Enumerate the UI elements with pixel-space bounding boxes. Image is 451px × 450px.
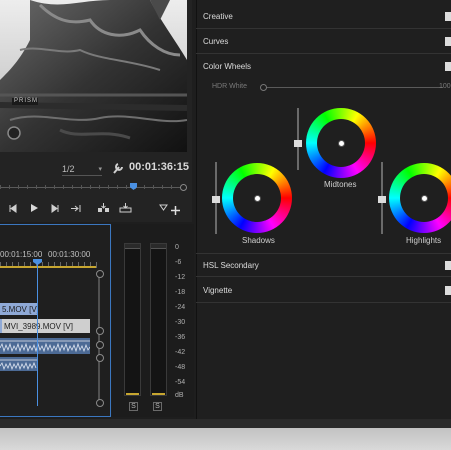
peak-indicator[interactable] bbox=[125, 244, 140, 249]
section-checkbox[interactable] bbox=[445, 286, 451, 295]
section-label: Creative bbox=[203, 12, 233, 21]
timeline-timecode-label: 00:01:15:00 bbox=[0, 250, 43, 259]
db-scale-label: -18 bbox=[175, 289, 186, 296]
audio-clip-a2[interactable] bbox=[0, 357, 37, 371]
db-scale-label: -6 bbox=[175, 259, 182, 266]
hdr-white-label: HDR White bbox=[212, 83, 248, 90]
resolution-value: 1/2 bbox=[62, 163, 75, 174]
audio-clip-a1[interactable] bbox=[0, 338, 90, 354]
window-bottom-bar bbox=[0, 419, 451, 450]
clip-label: MVI_3989.MOV [V] bbox=[4, 322, 73, 331]
section-label: Vignette bbox=[203, 286, 233, 295]
section-label: Curves bbox=[203, 37, 229, 46]
section-hsl-secondary[interactable]: HSL Secondary bbox=[196, 253, 451, 277]
hdr-white-slider[interactable] bbox=[263, 87, 443, 88]
go-to-out-icon[interactable] bbox=[70, 202, 82, 214]
solo-left-button[interactable]: S bbox=[129, 402, 138, 411]
overwrite-icon[interactable] bbox=[119, 202, 132, 214]
db-scale-label: -42 bbox=[175, 349, 186, 356]
highlights-label: Highlights bbox=[406, 236, 442, 245]
chevron-down-icon: ▾ bbox=[98, 165, 102, 173]
section-label: Color Wheels bbox=[203, 62, 252, 71]
db-scale-label: dB bbox=[175, 392, 184, 399]
db-scale-label: -24 bbox=[175, 304, 186, 311]
wheel-puck[interactable] bbox=[254, 195, 261, 202]
video-preview[interactable]: PRISM bbox=[0, 0, 187, 152]
db-scale-label: -48 bbox=[175, 364, 186, 371]
insert-icon[interactable] bbox=[97, 202, 110, 214]
slider-handle[interactable] bbox=[212, 196, 220, 203]
db-scale-label: -36 bbox=[175, 334, 186, 341]
clip-edge bbox=[0, 319, 2, 333]
section-checkbox[interactable] bbox=[445, 37, 451, 46]
midtones-brightness-slider[interactable] bbox=[294, 108, 302, 170]
slider-handle[interactable] bbox=[378, 196, 386, 203]
wheel-puck[interactable] bbox=[338, 140, 345, 147]
clip-label: 5.MOV [V] bbox=[2, 305, 37, 314]
statue-watermark-text: PRISM bbox=[14, 98, 39, 104]
scroll-handle[interactable] bbox=[96, 327, 104, 335]
scroll-handle[interactable] bbox=[96, 341, 104, 349]
meter-level bbox=[152, 393, 165, 395]
timeline-vertical-scrollbar[interactable] bbox=[98, 275, 100, 401]
db-scale-label: -12 bbox=[175, 274, 186, 281]
step-forward-icon[interactable] bbox=[50, 202, 60, 214]
scroll-handle[interactable] bbox=[96, 354, 104, 362]
shadows-brightness-slider[interactable] bbox=[212, 162, 220, 234]
section-checkbox[interactable] bbox=[445, 62, 451, 71]
wrench-icon[interactable] bbox=[112, 161, 124, 175]
midtones-label: Midtones bbox=[324, 180, 357, 189]
export-frame-icon[interactable] bbox=[158, 202, 168, 214]
section-curves[interactable]: Curves bbox=[196, 30, 451, 54]
db-scale-label: -54 bbox=[175, 379, 186, 386]
playhead-timecode[interactable]: 00:01:36:15 bbox=[129, 161, 189, 173]
highlights-color-wheel[interactable] bbox=[389, 163, 451, 233]
section-vignette[interactable]: Vignette bbox=[196, 279, 451, 303]
scroll-handle[interactable] bbox=[96, 270, 104, 278]
add-icon[interactable] bbox=[170, 204, 180, 216]
step-back-icon[interactable] bbox=[7, 202, 17, 214]
audio-meter-left bbox=[124, 243, 141, 396]
hdr-white-slider-handle[interactable] bbox=[260, 84, 267, 91]
monitor-scrub-bar[interactable] bbox=[0, 183, 187, 191]
section-checkbox[interactable] bbox=[445, 261, 451, 270]
shadows-color-wheel[interactable] bbox=[222, 163, 292, 233]
solo-right-button[interactable]: S bbox=[153, 402, 162, 411]
db-scale-label: -30 bbox=[175, 319, 186, 326]
video-clip-v2[interactable]: 5.MOV [V] bbox=[0, 303, 37, 315]
resolution-select[interactable]: 1/2 ▾ bbox=[62, 162, 102, 176]
section-creative[interactable]: Creative bbox=[196, 5, 451, 29]
highlights-brightness-slider[interactable] bbox=[378, 162, 386, 234]
play-icon[interactable] bbox=[29, 202, 39, 214]
bottom-divider bbox=[0, 419, 451, 428]
wheel-puck[interactable] bbox=[421, 195, 428, 202]
section-label: HSL Secondary bbox=[203, 261, 259, 270]
timeline-playhead-line[interactable] bbox=[37, 260, 38, 406]
timeline-timecode-label: 00:01:30:00 bbox=[48, 250, 91, 259]
scrub-end-marker bbox=[180, 184, 187, 191]
audio-meter-right bbox=[150, 243, 167, 396]
video-clip-v1[interactable]: MVI_3989.MOV [V] bbox=[0, 319, 90, 333]
slider-handle[interactable] bbox=[294, 140, 302, 147]
peak-indicator[interactable] bbox=[151, 244, 166, 249]
scroll-handle[interactable] bbox=[96, 399, 104, 407]
work-area-bar[interactable] bbox=[0, 266, 96, 268]
section-color-wheels[interactable]: Color Wheels bbox=[196, 55, 451, 79]
meter-level bbox=[126, 393, 139, 395]
section-checkbox[interactable] bbox=[445, 12, 451, 21]
shadows-label: Shadows bbox=[242, 236, 275, 245]
scrub-ticks bbox=[0, 185, 180, 189]
db-scale-label: 0 bbox=[175, 244, 179, 251]
hdr-white-value[interactable]: 100 bbox=[439, 83, 451, 90]
midtones-color-wheel[interactable] bbox=[306, 108, 376, 178]
